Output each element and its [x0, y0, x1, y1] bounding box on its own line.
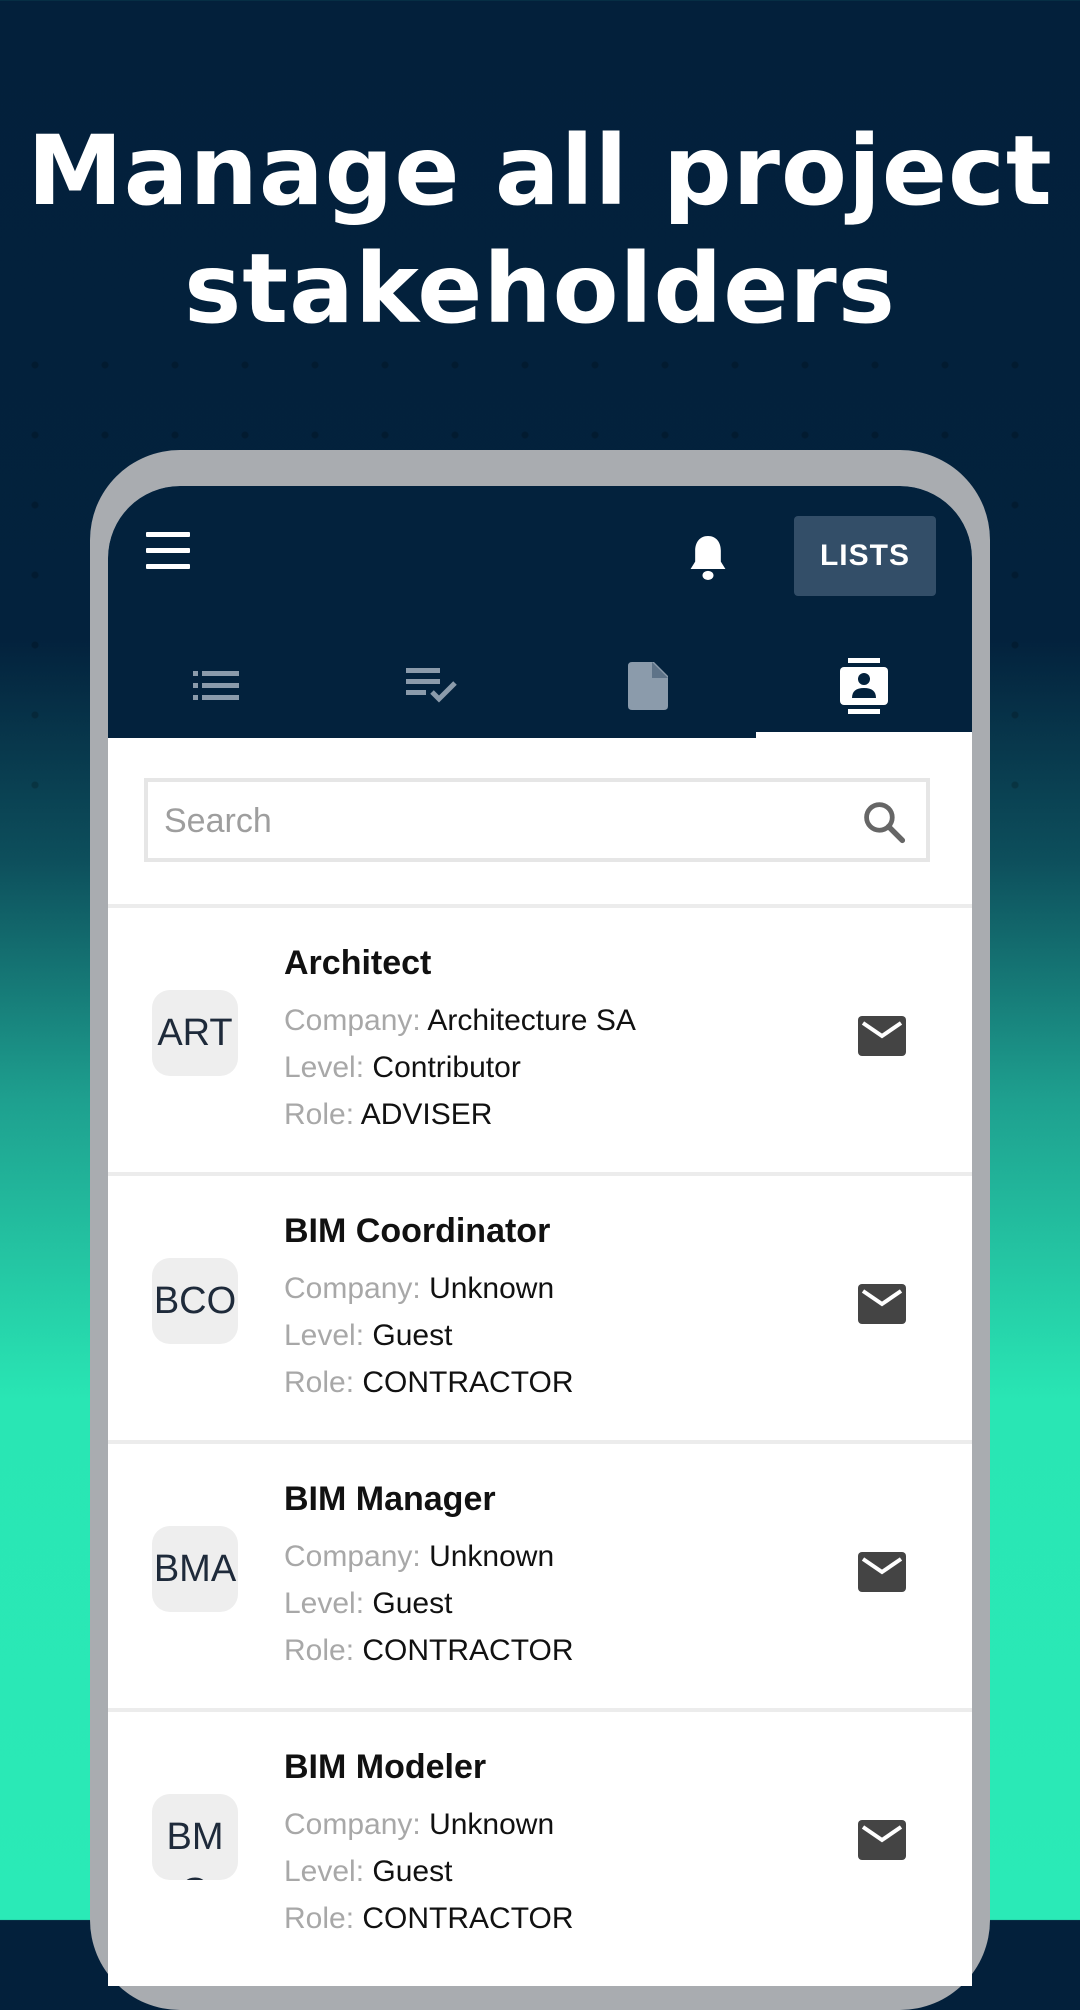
avatar: ART	[152, 990, 238, 1076]
phone-screen: LISTS Search ART Architect Company: Arch…	[108, 486, 972, 1986]
company-line: Company: Architecture SA	[284, 1004, 636, 1038]
headline: Manage all project stakeholders	[0, 112, 1080, 348]
company-line: Company: Unknown	[284, 1540, 554, 1574]
tab-documents[interactable]	[540, 636, 756, 736]
role-value: CONTRACTOR	[362, 1366, 574, 1399]
level-label: Level:	[284, 1051, 365, 1084]
list-item[interactable]: BCO BIM Coordinator Company: Unknown Lev…	[108, 1172, 972, 1440]
level-value: Guest	[372, 1855, 453, 1888]
mail-icon[interactable]	[858, 1284, 906, 1324]
stakeholder-title: BIM Manager	[284, 1480, 496, 1518]
role-label: Role:	[284, 1366, 355, 1399]
headline-line-2: stakeholders	[184, 233, 896, 345]
role-line: Role: CONTRACTOR	[284, 1366, 574, 1400]
lists-button[interactable]: LISTS	[794, 516, 936, 596]
avatar: BCO	[152, 1258, 238, 1344]
search-icon[interactable]	[862, 800, 906, 844]
role-value: ADVISER	[360, 1098, 493, 1131]
level-line: Level: Contributor	[284, 1051, 521, 1085]
stakeholder-title: Architect	[284, 944, 432, 982]
list-icon	[193, 671, 239, 700]
mail-icon[interactable]	[858, 1820, 906, 1860]
role-line: Role: ADVISER	[284, 1098, 492, 1132]
stakeholder-title: BIM Coordinator	[284, 1212, 551, 1250]
role-label: Role:	[284, 1902, 355, 1935]
role-label: Role:	[284, 1098, 355, 1131]
role-label: Role:	[284, 1634, 355, 1667]
role-line: Role: CONTRACTOR	[284, 1902, 574, 1936]
mail-icon[interactable]	[858, 1016, 906, 1056]
level-line: Level: Guest	[284, 1587, 452, 1621]
company-value: Architecture SA	[427, 1004, 636, 1037]
level-value: Guest	[372, 1319, 453, 1352]
role-line: Role: CONTRACTOR	[284, 1634, 574, 1668]
stakeholder-list: ART Architect Company: Architecture SA L…	[108, 904, 972, 1976]
tab-checklist[interactable]	[324, 636, 540, 736]
level-value: Guest	[372, 1587, 453, 1620]
bell-icon[interactable]	[686, 532, 730, 584]
list-item[interactable]: BMA BIM Manager Company: Unknown Level: …	[108, 1440, 972, 1708]
level-line: Level: Guest	[284, 1319, 452, 1353]
mail-icon[interactable]	[858, 1552, 906, 1592]
search-bar	[108, 738, 972, 908]
stakeholder-title: BIM Modeler	[284, 1748, 487, 1786]
company-value: Unknown	[429, 1540, 555, 1573]
level-value: Contributor	[372, 1051, 521, 1084]
avatar: BMO	[152, 1794, 238, 1880]
hamburger-menu-icon[interactable]	[146, 532, 192, 572]
tab-contacts[interactable]	[756, 636, 972, 736]
company-value: Unknown	[429, 1272, 555, 1305]
role-value: CONTRACTOR	[362, 1634, 574, 1667]
list-item[interactable]: ART Architect Company: Architecture SA L…	[108, 904, 972, 1172]
level-label: Level:	[284, 1855, 365, 1888]
level-label: Level:	[284, 1319, 365, 1352]
headline-line-1: Manage all project	[27, 115, 1053, 227]
company-label: Company:	[284, 1004, 421, 1037]
company-line: Company: Unknown	[284, 1272, 554, 1306]
company-value: Unknown	[429, 1808, 555, 1841]
tab-list[interactable]	[108, 636, 324, 736]
contact-card-icon	[840, 658, 888, 714]
app-bar: LISTS	[108, 486, 972, 738]
company-line: Company: Unknown	[284, 1808, 554, 1842]
avatar: BMA	[152, 1526, 238, 1612]
company-label: Company:	[284, 1540, 421, 1573]
search-box	[144, 778, 930, 862]
search-input[interactable]	[162, 782, 846, 860]
document-icon	[628, 662, 668, 710]
company-label: Company:	[284, 1272, 421, 1305]
role-value: CONTRACTOR	[362, 1902, 574, 1935]
level-line: Level: Guest	[284, 1855, 452, 1889]
level-label: Level:	[284, 1587, 365, 1620]
list-item[interactable]: BMO BIM Modeler Company: Unknown Level: …	[108, 1708, 972, 1976]
company-label: Company:	[284, 1808, 421, 1841]
checklist-icon	[406, 668, 457, 703]
